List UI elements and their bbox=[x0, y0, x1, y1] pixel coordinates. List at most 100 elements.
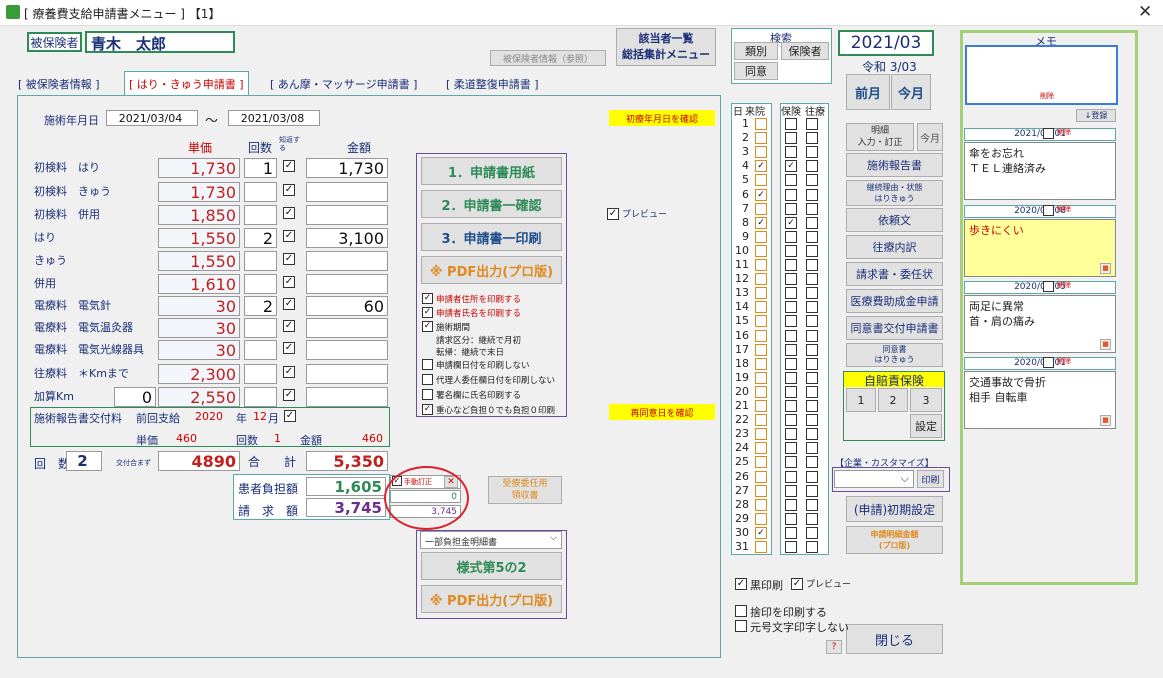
consent2-button[interactable]: 同意書 はりきゅう bbox=[846, 343, 943, 367]
house-call-checkbox[interactable] bbox=[806, 287, 818, 300]
visit-checkbox[interactable] bbox=[755, 498, 767, 511]
insurance-checkbox[interactable] bbox=[785, 400, 797, 412]
insurance-checkbox[interactable] bbox=[785, 442, 797, 455]
insurance-checkbox[interactable] bbox=[785, 456, 797, 469]
pdf-bottom-button[interactable]: ※ PDF出力(プロ版) bbox=[421, 585, 562, 613]
tab-patient-info[interactable]: [ 被保険者情報 ] bbox=[18, 73, 100, 95]
row-notify-checkbox[interactable]: ✓ bbox=[283, 320, 295, 332]
request-button[interactable]: 依頼文 bbox=[846, 208, 943, 232]
house-call-checkbox[interactable] bbox=[806, 160, 818, 173]
row-count-field[interactable] bbox=[244, 387, 277, 407]
consent-receipt-button[interactable]: 受療委任用 領収書 bbox=[488, 476, 562, 504]
house-call-checkbox[interactable] bbox=[806, 357, 818, 370]
memo-text[interactable]: 傘をお忘れ ＴＥＬ連絡済み bbox=[964, 142, 1116, 200]
reason-button[interactable]: 継続理由・状態 はりきゅう bbox=[846, 180, 943, 206]
era-checkbox[interactable] bbox=[735, 620, 747, 632]
visit-checkbox[interactable] bbox=[755, 132, 767, 145]
preview-checkbox[interactable]: ✓ bbox=[607, 208, 619, 220]
house-call-checkbox[interactable] bbox=[806, 428, 818, 441]
house-call-checkbox[interactable] bbox=[806, 414, 818, 427]
house-call-checkbox[interactable] bbox=[806, 541, 818, 553]
row-count-field[interactable] bbox=[244, 182, 277, 202]
visit-checkbox[interactable] bbox=[755, 329, 767, 342]
row-count-field[interactable]: 2 bbox=[244, 296, 277, 316]
house-call-checkbox[interactable] bbox=[806, 202, 818, 215]
row-notify-checkbox[interactable]: ✓ bbox=[283, 230, 295, 242]
custom-select[interactable]: ⌵ bbox=[834, 470, 914, 488]
insurance-checkbox[interactable] bbox=[785, 188, 797, 201]
treatment-from-field[interactable]: 2021/03/04 bbox=[106, 110, 198, 126]
prev-month-button[interactable]: 前月 bbox=[846, 74, 890, 110]
jibai-2-button[interactable]: 2 bbox=[878, 388, 908, 412]
row-notify-checkbox[interactable]: ✓ bbox=[283, 207, 295, 219]
row-count-field[interactable] bbox=[244, 251, 277, 271]
insurance-checkbox[interactable] bbox=[785, 414, 797, 427]
visit-checkbox[interactable] bbox=[755, 146, 767, 159]
house-call-checkbox[interactable] bbox=[806, 400, 818, 412]
house-call-checkbox[interactable] bbox=[806, 470, 818, 483]
visit-checkbox[interactable]: ✓ bbox=[755, 216, 767, 229]
visit-checkbox[interactable] bbox=[755, 273, 767, 286]
insurance-checkbox[interactable] bbox=[785, 174, 797, 187]
row-notify-checkbox[interactable]: ✓ bbox=[283, 298, 295, 310]
visit-checkbox[interactable]: ✓ bbox=[755, 160, 767, 173]
search-consent-button[interactable]: 同意 bbox=[734, 62, 778, 80]
house-call-checkbox[interactable] bbox=[806, 526, 818, 539]
visit-checkbox[interactable] bbox=[755, 470, 767, 483]
row-notify-checkbox[interactable]: ✓ bbox=[283, 184, 295, 196]
visit-checkbox[interactable] bbox=[755, 287, 767, 300]
insurance-checkbox[interactable] bbox=[785, 343, 797, 356]
detail-button[interactable]: 明細 入力・訂正 bbox=[846, 123, 914, 151]
detail-amount-button[interactable]: 申請明細金額 (プロ版) bbox=[846, 526, 943, 554]
aid-button[interactable]: 医療費助成金申請 bbox=[846, 289, 943, 313]
visit-checkbox[interactable] bbox=[755, 484, 767, 497]
search-insurer-button[interactable]: 保険者 bbox=[781, 42, 829, 60]
visit-checkbox[interactable] bbox=[755, 442, 767, 455]
print-confirm-button[interactable]: 2．申請書一確認 bbox=[421, 190, 562, 218]
option-checkbox[interactable] bbox=[422, 389, 433, 400]
insurance-checkbox[interactable] bbox=[785, 329, 797, 342]
tab-massage[interactable]: [ あん摩・マッサージ申請書 ] bbox=[270, 73, 417, 95]
footer-preview-checkbox[interactable]: ✓ bbox=[791, 578, 803, 590]
side-cur-button[interactable]: 今月 bbox=[917, 123, 943, 151]
memo-expand-icon[interactable]: ■ bbox=[1100, 415, 1111, 426]
report-button[interactable]: 施術報告書 bbox=[846, 153, 943, 177]
house-call-checkbox[interactable] bbox=[806, 442, 818, 455]
house-call-checkbox[interactable] bbox=[806, 273, 818, 286]
house-call-checkbox[interactable] bbox=[806, 188, 818, 201]
memo-delete-checkbox[interactable] bbox=[1043, 128, 1054, 139]
visit-checkbox[interactable] bbox=[755, 414, 767, 427]
round-button[interactable]: 往療内訳 bbox=[846, 235, 943, 259]
house-call-checkbox[interactable] bbox=[806, 512, 818, 525]
memo-text[interactable]: 両足に異常 首・肩の痛み bbox=[964, 295, 1116, 353]
memo-text[interactable]: 歩きにくい bbox=[964, 219, 1116, 277]
memo-delete-checkbox[interactable] bbox=[1043, 281, 1054, 292]
house-call-checkbox[interactable] bbox=[806, 329, 818, 342]
house-call-checkbox[interactable] bbox=[806, 174, 818, 187]
consent-button[interactable]: 同意書交付申請書 bbox=[846, 316, 943, 340]
option-checkbox[interactable] bbox=[422, 359, 433, 370]
option-checkbox[interactable]: ✓ bbox=[422, 321, 433, 332]
insurance-checkbox[interactable] bbox=[785, 202, 797, 215]
row-notify-checkbox[interactable]: ✓ bbox=[283, 160, 295, 172]
visit-checkbox[interactable] bbox=[755, 456, 767, 469]
pdf-export-button[interactable]: ※ PDF出力(プロ版) bbox=[421, 256, 562, 284]
insurance-checkbox[interactable] bbox=[785, 287, 797, 300]
house-call-checkbox[interactable] bbox=[806, 216, 818, 229]
house-call-checkbox[interactable] bbox=[806, 498, 818, 511]
insurance-checkbox[interactable] bbox=[785, 541, 797, 553]
visit-checkbox[interactable]: ✓ bbox=[755, 188, 767, 201]
visit-checkbox[interactable] bbox=[755, 118, 767, 130]
insurance-checkbox[interactable] bbox=[785, 244, 797, 257]
memo-delete-checkbox[interactable] bbox=[1043, 205, 1054, 216]
insurance-checkbox[interactable]: ✓ bbox=[785, 160, 797, 173]
km-field[interactable]: 0 bbox=[114, 387, 156, 407]
row-notify-checkbox[interactable]: ✓ bbox=[283, 253, 295, 265]
house-call-checkbox[interactable] bbox=[806, 385, 818, 398]
visit-checkbox[interactable] bbox=[755, 230, 767, 243]
bill-button[interactable]: 請求書・委任状 bbox=[846, 262, 943, 286]
insurance-checkbox[interactable] bbox=[785, 470, 797, 483]
memo-expand-icon[interactable]: ■ bbox=[1100, 339, 1111, 350]
close-window-button[interactable]: ✕ bbox=[1138, 2, 1152, 22]
row-count-field[interactable]: 2 bbox=[244, 228, 277, 248]
